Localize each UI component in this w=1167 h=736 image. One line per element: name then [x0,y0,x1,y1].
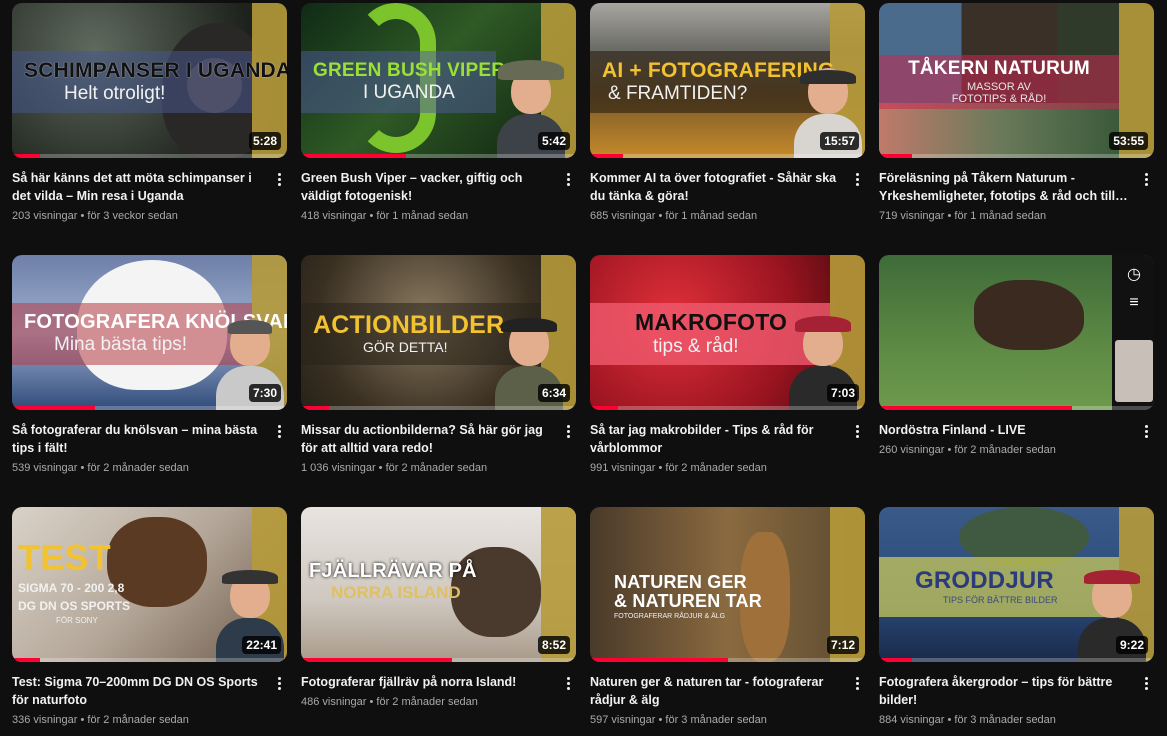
watch-progress-bar [879,154,912,158]
duration-badge: 22:41 [242,636,281,654]
watch-progress-bar [12,406,95,410]
duration-badge: 7:30 [248,384,281,402]
more-vert-icon[interactable] [271,673,287,693]
more-vert-icon[interactable] [560,169,576,189]
watch-later-icon[interactable]: ◷ [1124,265,1144,285]
video-title[interactable]: Fotografera åkergrodor – tips för bättre… [879,673,1128,709]
watch-progress-bar [590,658,728,662]
more-vert-icon[interactable] [849,421,865,441]
video-stats: 486 visningar • för 2 månader sedan [301,696,478,708]
duration-badge: 5:42 [537,132,570,150]
more-vert-icon[interactable] [271,169,287,189]
video-thumbnail[interactable]: FOTOGRAFERA KNÖLSVAN Mina bästa tips! 7:… [12,255,287,410]
thumbnail-text-band: GREEN BUSH VIPER I UGANDA [301,51,505,113]
more-vert-icon[interactable] [560,421,576,441]
video-card: AI + FOTOGRAFERING & FRAMTIDEN? 15:57 Ko… [590,3,865,222]
video-thumbnail[interactable]: ACTIONBILDER GÖR DETTA! 6:34 [301,255,576,410]
video-card: ◷ ≡ Nordöstra Finland - LIVE 260 visning… [879,255,1154,456]
video-card: GRODDJUR TIPS FÖR BÄTTRE BILDER 9:22 Fot… [879,507,1154,726]
video-thumbnail[interactable]: SCHIMPANSER I UGANDA Helt otroligt! 5:28 [12,3,287,158]
video-stats: 203 visningar • för 3 veckor sedan [12,210,178,222]
more-vert-icon[interactable] [271,421,287,441]
video-thumbnail[interactable]: MAKROFOTO tips & råd! 7:03 [590,255,865,410]
add-to-queue-icon[interactable]: ≡ [1124,293,1144,313]
video-card: ACTIONBILDER GÖR DETTA! 6:34 Missar du a… [301,255,576,474]
watch-progress-bar [301,406,329,410]
video-card: SCHIMPANSER I UGANDA Helt otroligt! 5:28… [12,3,287,222]
video-title[interactable]: Så här känns det att möta schimpanser i … [12,169,261,205]
video-stats: 991 visningar • för 2 månader sedan [590,462,767,474]
video-stats: 884 visningar • för 3 månader sedan [879,714,1056,726]
duration-badge: 9:22 [1115,636,1148,654]
watch-progress-bar [301,658,453,662]
duration-badge: 6:34 [537,384,570,402]
more-vert-icon[interactable] [1138,673,1154,693]
thumbnail-text-band: FJÄLLRÄVAR PÅ NORRA ISLAND [309,560,477,603]
video-thumbnail[interactable]: GRODDJUR TIPS FÖR BÄTTRE BILDER 9:22 [879,507,1154,662]
duration-badge: 7:12 [826,636,859,654]
more-vert-icon[interactable] [849,673,865,693]
watch-progress-bar [879,658,912,662]
watch-progress-bar [590,154,623,158]
thumbnail-text-band: SCHIMPANSER I UGANDA Helt otroligt! [12,51,287,113]
video-stats: 597 visningar • för 3 månader sedan [590,714,767,726]
video-title[interactable]: Missar du actionbilderna? Så här gör jag… [301,421,550,457]
video-thumbnail[interactable]: NATUREN GER & NATUREN TAR FOTOGRAFERAR R… [590,507,865,662]
video-thumbnail[interactable]: TEST SIGMA 70 - 200 2,8 DG DN OS SPORTS … [12,507,287,662]
video-card: FJÄLLRÄVAR PÅ NORRA ISLAND 8:52 Fotograf… [301,507,576,708]
watch-progress-bar [12,658,40,662]
more-vert-icon[interactable] [560,673,576,693]
live-hover-actions: ◷ ≡ [1112,255,1154,410]
video-title[interactable]: Så tar jag makrobilder - Tips & råd för … [590,421,839,457]
video-title[interactable]: Så fotograferar du knölsvan – mina bästa… [12,421,261,457]
video-title[interactable]: Kommer AI ta över fotografiet - Såhär sk… [590,169,839,205]
watch-progress-bar [12,154,40,158]
video-thumbnail[interactable]: TÅKERN NATURUM MASSOR AV FOTOTIPS & RÅD!… [879,3,1154,158]
video-card: TEST SIGMA 70 - 200 2,8 DG DN OS SPORTS … [12,507,287,726]
video-card: GREEN BUSH VIPER I UGANDA 5:42 Green Bus… [301,3,576,222]
video-stats: 418 visningar • för 1 månad sedan [301,210,469,222]
video-stats: 685 visningar • för 1 månad sedan [590,210,758,222]
watch-progress-bar [301,154,406,158]
video-title[interactable]: Naturen ger & naturen tar - fotograferar… [590,673,839,709]
video-title[interactable]: Green Bush Viper – vacker, giftig och vä… [301,169,550,205]
video-thumbnail[interactable]: FJÄLLRÄVAR PÅ NORRA ISLAND 8:52 [301,507,576,662]
video-stats: 539 visningar • för 2 månader sedan [12,462,189,474]
duration-badge: 53:55 [1109,132,1148,150]
video-thumbnail[interactable]: AI + FOTOGRAFERING & FRAMTIDEN? 15:57 [590,3,865,158]
video-card: MAKROFOTO tips & råd! 7:03 Så tar jag ma… [590,255,865,474]
watch-progress-bar [590,406,618,410]
video-stats: 719 visningar • för 1 månad sedan [879,210,1047,222]
video-card: FOTOGRAFERA KNÖLSVAN Mina bästa tips! 7:… [12,255,287,474]
video-stats: 336 visningar • för 2 månader sedan [12,714,189,726]
video-title[interactable]: Fotograferar fjällräv på norra Island! [301,673,550,691]
thumbnail-text-band: NATUREN GER & NATUREN TAR FOTOGRAFERAR R… [614,572,762,621]
duration-badge: 7:03 [826,384,859,402]
video-card: TÅKERN NATURUM MASSOR AV FOTOTIPS & RÅD!… [879,3,1154,222]
more-vert-icon[interactable] [1138,169,1154,189]
video-stats: 260 visningar • för 2 månader sedan [879,444,1056,456]
video-title[interactable]: Föreläsning på Tåkern Naturum - Yrkeshem… [879,169,1128,205]
video-card: NATUREN GER & NATUREN TAR FOTOGRAFERAR R… [590,507,865,726]
duration-badge: 15:57 [820,132,859,150]
more-vert-icon[interactable] [849,169,865,189]
video-grid: SCHIMPANSER I UGANDA Helt otroligt! 5:28… [0,0,1167,736]
video-title[interactable]: Nordöstra Finland - LIVE [879,421,1128,439]
duration-badge: 8:52 [537,636,570,654]
video-stats: 1 036 visningar • för 2 månader sedan [301,462,488,474]
duration-badge: 5:28 [248,132,281,150]
watch-progress-bar [879,406,1072,410]
video-title[interactable]: Test: Sigma 70–200mm DG DN OS Sports för… [12,673,261,709]
more-vert-icon[interactable] [1138,421,1154,441]
video-thumbnail[interactable]: GREEN BUSH VIPER I UGANDA 5:42 [301,3,576,158]
video-thumbnail[interactable]: ◷ ≡ [879,255,1154,410]
thumbnail-text-band: TÅKERN NATURUM MASSOR AV FOTOTIPS & RÅD! [879,55,1119,109]
